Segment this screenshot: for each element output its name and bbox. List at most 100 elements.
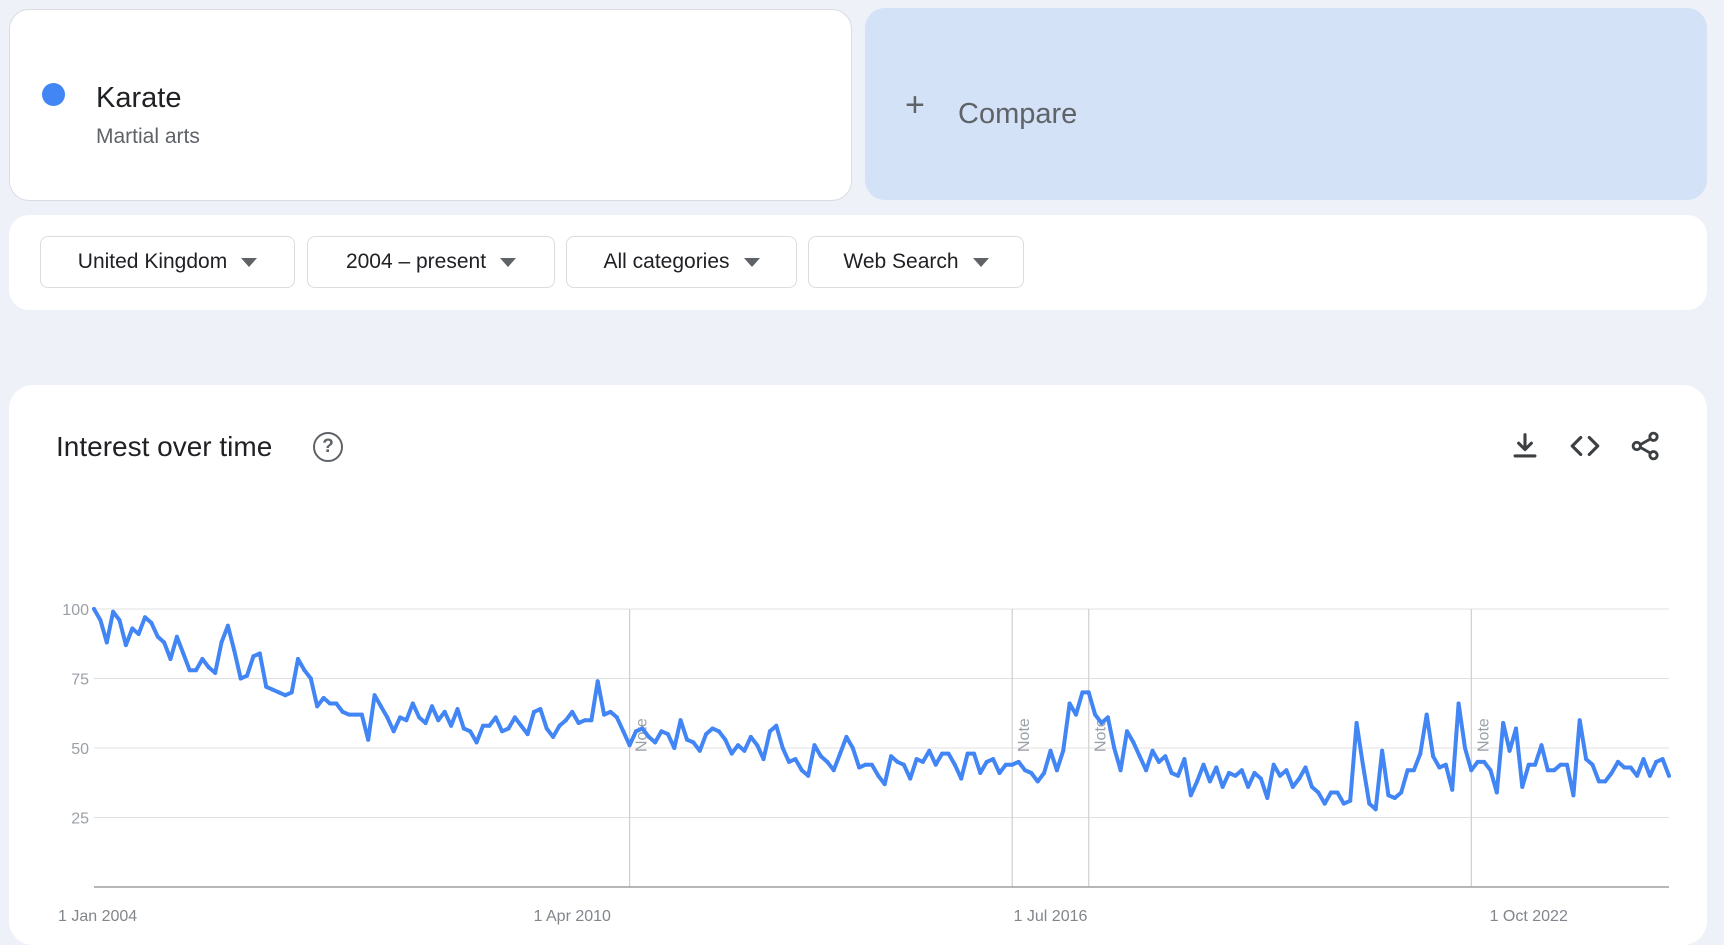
data-point [1545,768,1550,773]
data-point [1577,718,1582,723]
data-point [1029,771,1034,775]
x-tick-label: 1 Apr 2010 [534,908,612,925]
data-point [742,748,747,753]
data-point [1316,790,1321,795]
data-point [1182,757,1187,762]
data-point [296,657,300,661]
data-point [449,723,454,728]
data-point [1074,712,1078,717]
data-point [225,623,230,628]
category-dropdown[interactable]: All categories [566,236,797,288]
data-point [761,757,766,762]
data-point [1003,762,1008,767]
time-range-dropdown[interactable]: 2004 – present [307,236,555,288]
series-color-dot [42,83,65,106]
data-point [136,632,141,636]
data-point [876,773,881,778]
data-point [1341,801,1346,806]
compare-label: Compare [958,98,1078,130]
data-point [1265,796,1270,800]
data-point [940,751,945,756]
region-dropdown[interactable]: United Kingdom [40,236,295,288]
data-point [398,715,403,720]
data-point [1456,701,1461,706]
data-point [493,715,498,720]
data-point [149,620,154,625]
caret-down-icon [972,257,989,267]
caret-down-icon [743,257,760,267]
data-point [1035,779,1040,784]
data-point [685,737,689,742]
data-point [1297,776,1302,781]
data-point [1392,796,1397,800]
data-point [767,729,772,734]
data-point [748,734,753,739]
search-type-dropdown[interactable]: Web Search [808,236,1024,288]
data-point [1628,765,1633,770]
data-point [1348,798,1353,803]
data-point [659,729,664,734]
data-point [882,782,887,787]
data-point [538,707,543,712]
data-point [1086,690,1091,695]
data-point [1360,762,1365,767]
data-point [417,715,422,720]
data-point [844,734,849,739]
time-range-dropdown-label: 2004 – present [345,250,487,273]
data-point [1571,793,1576,798]
data-point [276,690,281,695]
data-point [1322,801,1327,806]
data-point [245,673,249,678]
data-point [187,668,192,673]
data-point [104,640,109,645]
data-point [787,759,791,764]
data-point [1125,729,1129,734]
data-point [1380,748,1385,753]
data-point [646,734,651,739]
search-term-card[interactable]: Karate Martial arts [9,9,852,201]
data-point [901,762,906,767]
search-type-dropdown-label: Web Search [843,250,959,273]
data-point [1290,784,1295,789]
data-point [1660,757,1665,762]
data-point [1093,712,1098,717]
data-point [257,651,262,656]
data-point [1475,759,1480,764]
data-point [168,657,173,661]
data-point [315,704,320,709]
data-point [174,634,179,639]
region-dropdown-label: United Kingdom [77,250,228,273]
data-point [818,754,823,759]
data-point [468,729,473,734]
data-point [1112,746,1117,750]
data-point [1239,768,1244,773]
data-point [665,732,670,737]
data-point [1099,721,1104,725]
data-point [1590,762,1595,767]
data-point [589,718,594,723]
data-point [117,618,122,623]
data-point [1622,765,1627,770]
compare-button[interactable]: + Compare [865,8,1707,200]
data-point [1552,768,1557,773]
data-point [442,709,447,714]
data-point [634,729,638,734]
data-point [1207,779,1212,784]
data-point [130,626,135,631]
data-point [1431,754,1436,759]
data-point [1507,748,1512,753]
data-point [799,768,804,773]
data-point [723,737,728,742]
data-point [780,746,785,750]
search-term-name[interactable]: Karate [96,82,181,115]
trend-line-chart[interactable]: Note Note Note Note 2550751001 Jan 2004 1 Ap… [9,385,1707,930]
data-point [162,640,167,645]
data-point [1641,757,1646,762]
data-point [672,746,677,750]
data-point [1539,743,1544,748]
data-point [965,751,970,756]
filters-bar: United Kingdom 2004 – present All catego… [9,215,1707,310]
data-point [1278,773,1282,778]
data-point [404,718,409,723]
data-point [1214,765,1219,770]
